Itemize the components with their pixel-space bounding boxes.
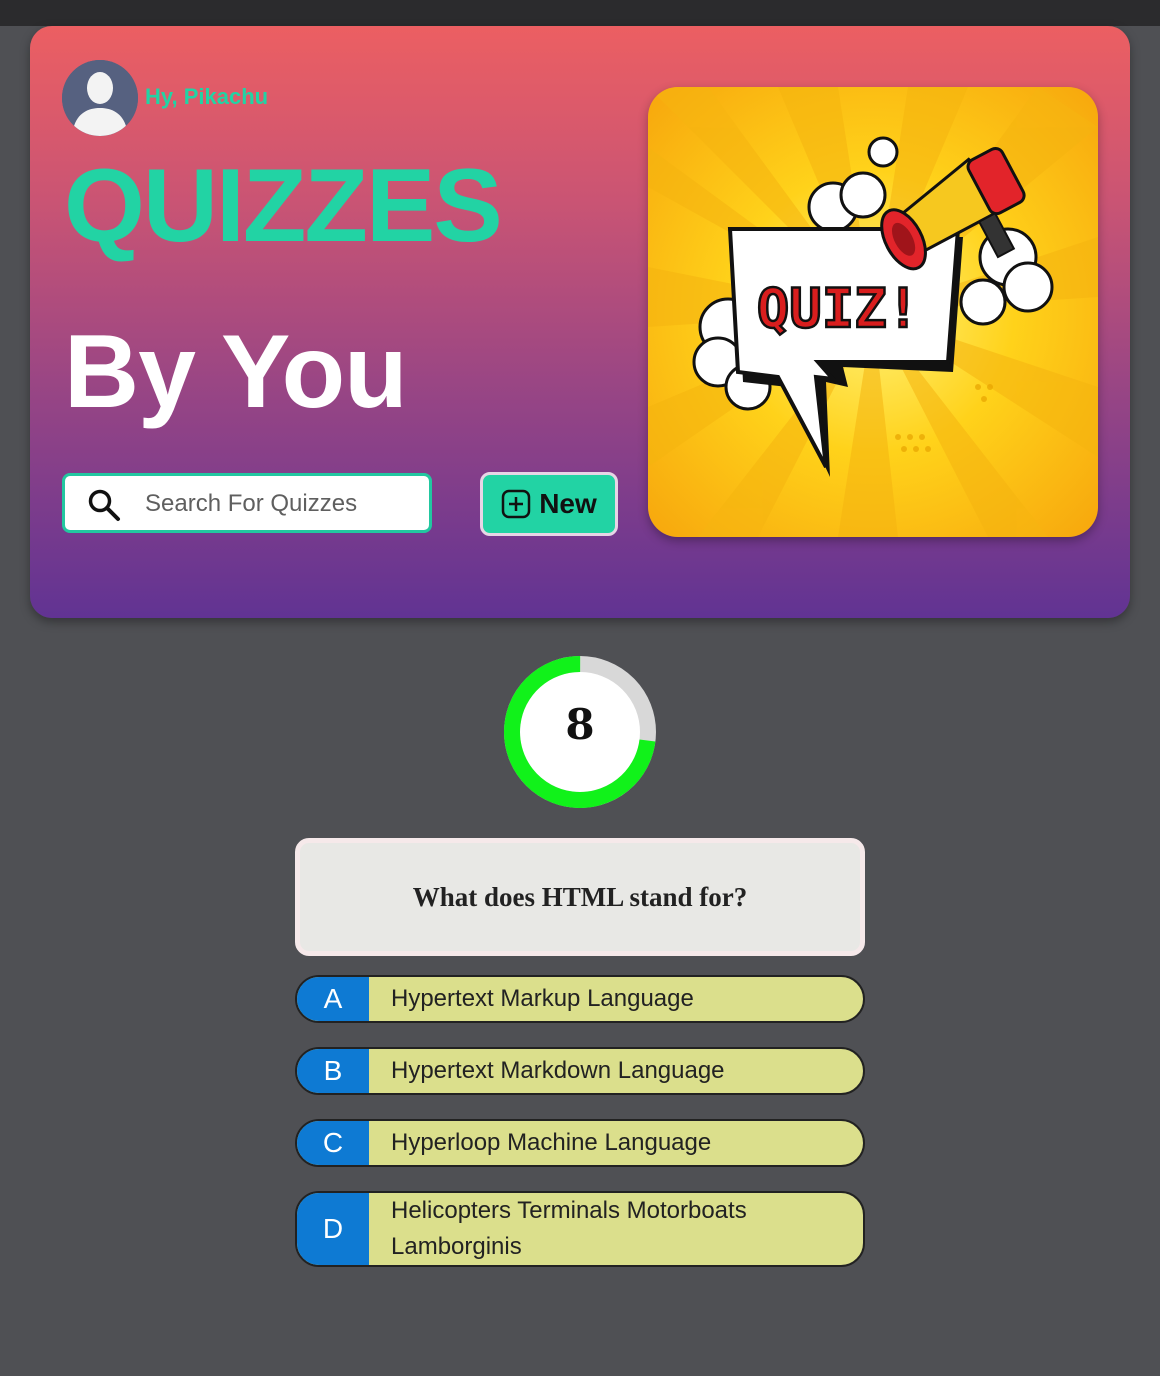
question-text: What does HTML stand for? xyxy=(412,881,748,912)
search-icon xyxy=(88,489,120,521)
option-text: Helicopters Terminals Motorboats Lamborg… xyxy=(391,1197,747,1260)
answer-option-a[interactable]: A Hypertext Markup Language xyxy=(295,975,865,1023)
answer-option-c[interactable]: C Hyperloop Machine Language xyxy=(295,1119,865,1167)
new-quiz-button[interactable]: New xyxy=(480,472,618,536)
search-input[interactable] xyxy=(145,486,415,522)
question-card: What does HTML stand for? xyxy=(295,838,865,956)
greeting-text: Hy, Pikachu xyxy=(145,84,269,109)
page-title: QUIZZES xyxy=(64,148,503,264)
search-box[interactable] xyxy=(62,473,432,533)
browser-top-bar xyxy=(0,0,1160,26)
option-text: Hypertext Markup Language xyxy=(391,985,694,1012)
answer-option-b[interactable]: B Hypertext Markdown Language xyxy=(295,1047,865,1095)
avatar[interactable] xyxy=(62,60,138,136)
option-letter: C xyxy=(297,1121,369,1165)
user-silhouette-icon xyxy=(62,60,138,136)
page-subtitle: By You xyxy=(64,314,408,430)
option-letter: D xyxy=(297,1193,369,1265)
timer-value: 8 xyxy=(565,700,595,749)
option-letter: A xyxy=(297,977,369,1021)
option-text: Hypertext Markdown Language xyxy=(391,1057,725,1084)
banner-quiz-text: QUIZ! xyxy=(757,277,920,340)
plus-square-icon xyxy=(501,489,531,519)
answer-option-d[interactable]: D Helicopters Terminals Motorboats Lambo… xyxy=(295,1191,865,1267)
option-text: Hyperloop Machine Language xyxy=(391,1129,712,1156)
hero-banner: Hy, Pikachu QUIZZES By You New xyxy=(30,26,1130,618)
quiz-banner-image: QUIZ! xyxy=(648,87,1098,537)
option-letter: B xyxy=(297,1049,369,1093)
new-button-label: New xyxy=(539,488,597,519)
